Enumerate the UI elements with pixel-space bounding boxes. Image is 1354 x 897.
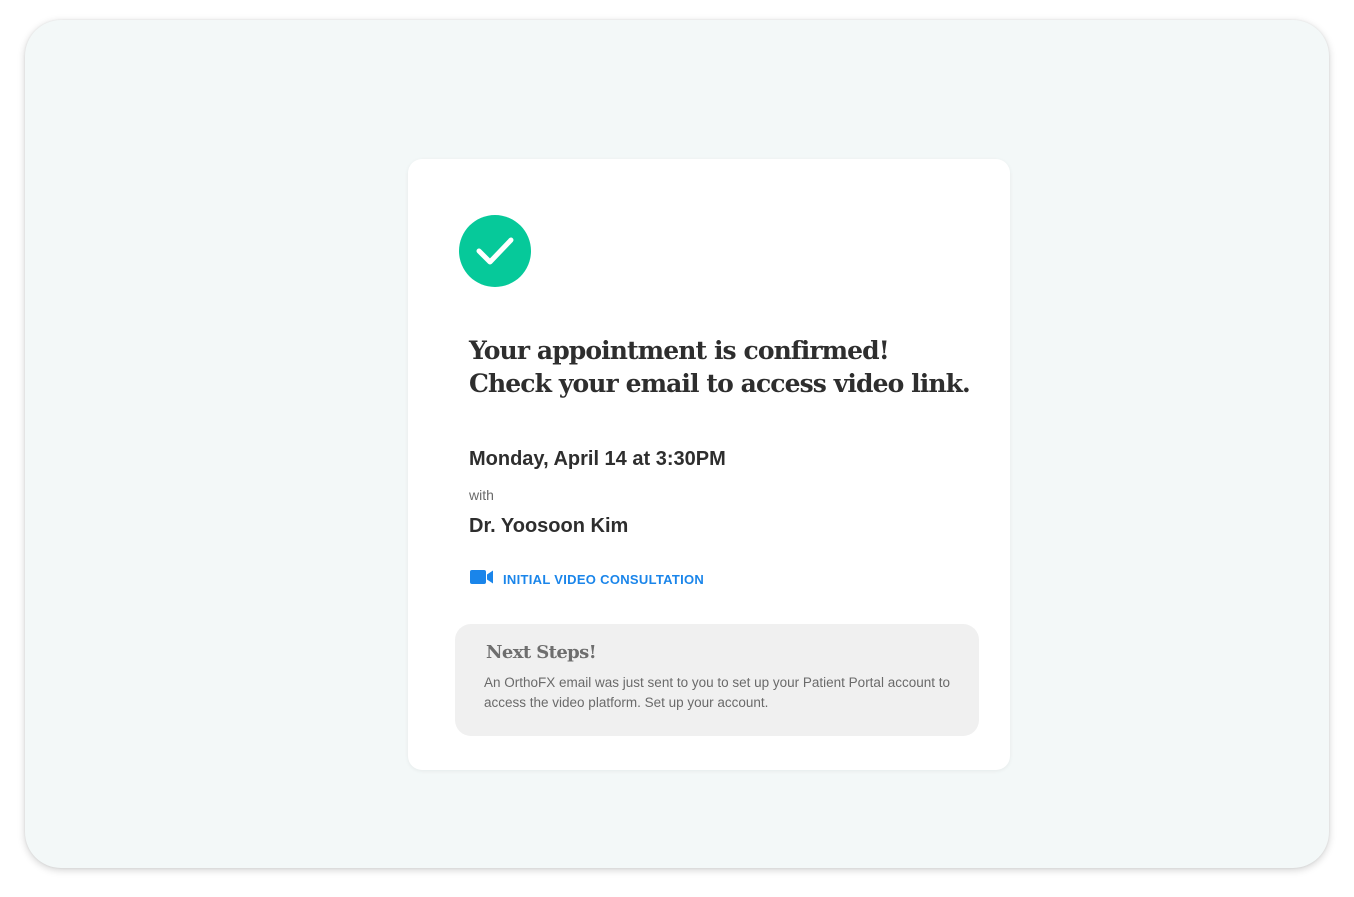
consultation-type-label: INITIAL VIDEO CONSULTATION (503, 572, 705, 587)
with-label: with (469, 487, 494, 503)
confirmation-headline: Your appointment is confirmed! Check you… (469, 334, 989, 400)
video-camera-icon (470, 570, 494, 589)
next-steps-title: Next Steps! (486, 642, 597, 663)
checkmark-circle-icon (459, 215, 531, 287)
confirmation-card: Your appointment is confirmed! Check you… (408, 159, 1010, 770)
consultation-type: INITIAL VIDEO CONSULTATION (470, 570, 704, 589)
doctor-name: Dr. Yoosoon Kim (469, 515, 629, 537)
appointment-datetime: Monday, April 14 at 3:30PM (469, 448, 726, 470)
next-steps-body: An OrthoFX email was just sent to you to… (484, 675, 950, 710)
app-frame: Your appointment is confirmed! Check you… (25, 20, 1329, 868)
headline-line-1: Your appointment is confirmed! (469, 336, 890, 365)
next-steps-panel: Next Steps! An OrthoFX email was just se… (455, 624, 979, 736)
headline-line-2: Check your email to access video link. (469, 369, 971, 398)
